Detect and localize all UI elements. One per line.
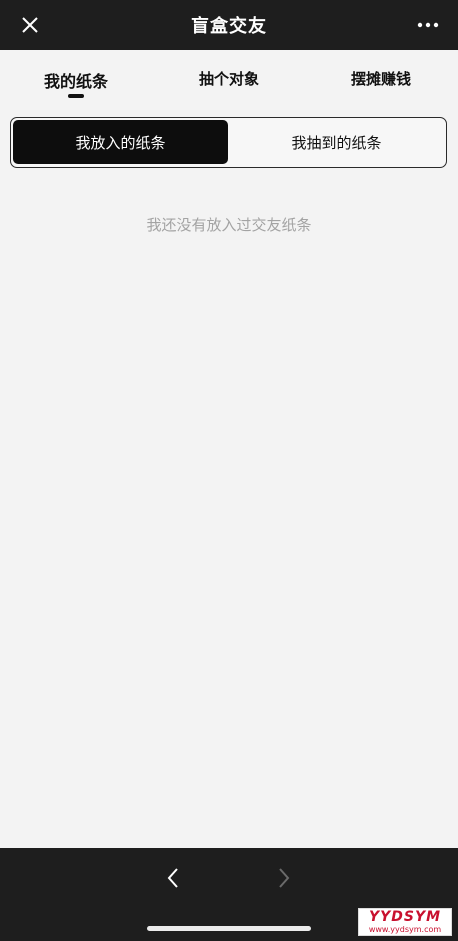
back-button[interactable]: [155, 860, 191, 896]
segmented-control: 我放入的纸条 我抽到的纸条: [10, 117, 447, 168]
watermark-logo: YYDSYM www.yydsym.com: [358, 908, 452, 936]
more-button[interactable]: [412, 9, 444, 41]
segment-drawn-notes[interactable]: 我抽到的纸条: [229, 120, 444, 164]
chevron-left-icon: [167, 868, 178, 888]
watermark-brand: YYDSYM: [368, 909, 442, 925]
home-indicator[interactable]: [147, 926, 311, 931]
tab-my-notes[interactable]: 我的纸条: [40, 68, 112, 98]
tab-draw-partner[interactable]: 抽个对象: [196, 68, 262, 89]
segment-placed-notes[interactable]: 我放入的纸条: [13, 120, 228, 164]
close-icon: [22, 17, 38, 33]
tab-stall-earn[interactable]: 摆摊赚钱: [348, 68, 414, 89]
tab-label: 抽个对象: [198, 70, 259, 88]
chevron-right-icon: [279, 868, 290, 888]
close-button[interactable]: [14, 9, 46, 41]
tab-label: 摆摊赚钱: [350, 70, 411, 88]
tab-bar: 我的纸条 抽个对象 摆摊赚钱: [0, 50, 458, 106]
top-bar: 盲盒交友: [0, 0, 458, 50]
watermark-url: www.yydsym.com: [368, 925, 442, 934]
empty-state-message: 我还没有放入过交友纸条: [146, 216, 312, 234]
forward-button[interactable]: [266, 860, 302, 896]
tab-label: 我的纸条: [43, 72, 108, 91]
page-title: 盲盒交友: [191, 16, 267, 37]
more-dots-icon: [417, 22, 439, 28]
active-tab-indicator: [68, 94, 84, 98]
